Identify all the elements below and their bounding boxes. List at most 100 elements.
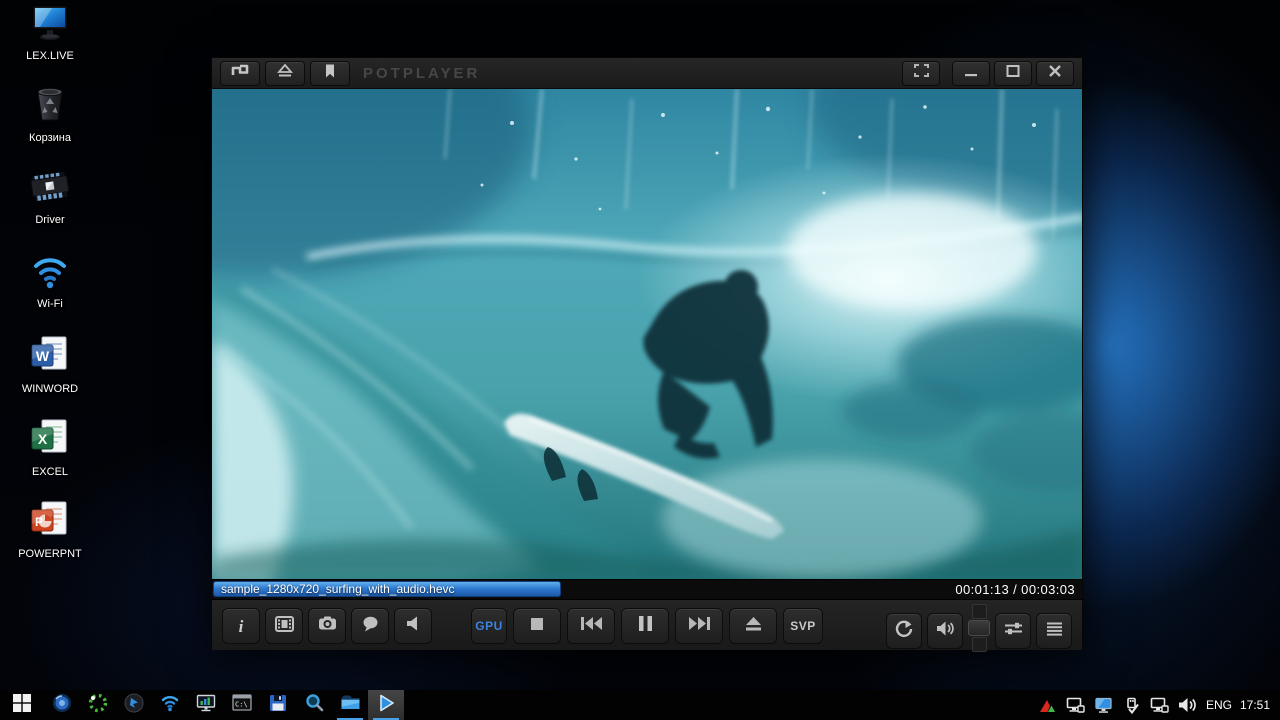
video-frame-surfing xyxy=(212,89,1082,579)
potplayer-window: POTPLAYER xyxy=(211,57,1083,650)
minimize-button[interactable] xyxy=(952,61,990,86)
desktop-icon-driver[interactable]: Driver xyxy=(10,168,90,226)
maximize-icon xyxy=(1006,64,1020,83)
potplayer-logo-icon xyxy=(230,63,250,83)
audio-button[interactable] xyxy=(394,608,432,644)
subtitle-button[interactable] xyxy=(351,608,389,644)
open-file-button[interactable] xyxy=(265,61,305,86)
tray-red-arrow-icon[interactable] xyxy=(1038,694,1058,716)
close-icon xyxy=(1048,64,1062,83)
clock[interactable]: 17:51 xyxy=(1240,698,1270,712)
desktop-icon-excel[interactable]: X EXCEL xyxy=(10,418,90,478)
film-frame-icon xyxy=(275,616,294,637)
seekbar-progress[interactable]: sample_1280x720_surfing_with_audio.hevc xyxy=(213,581,561,597)
wifi-small-icon xyxy=(160,694,180,717)
time-display: 00:01:13 / 00:03:03 xyxy=(955,580,1075,599)
folder-icon xyxy=(340,694,361,716)
volume-slider-track-top[interactable] xyxy=(972,604,987,619)
stop-icon xyxy=(531,617,543,635)
pause-button[interactable] xyxy=(621,608,669,644)
windows-icon xyxy=(13,694,31,717)
taskbar: C:\ xyxy=(0,690,1280,720)
word-icon: W xyxy=(28,335,72,380)
volume-slider[interactable] xyxy=(968,604,990,654)
filename-label: sample_1280x720_surfing_with_audio.hevc xyxy=(214,582,455,596)
desktop-icon-recycle-bin[interactable]: Корзина xyxy=(10,84,90,144)
titlebar[interactable]: POTPLAYER xyxy=(212,58,1082,89)
taskbar-app-dark-sphere[interactable] xyxy=(116,690,152,720)
start-button[interactable] xyxy=(0,690,44,720)
green-spinner-icon xyxy=(88,693,108,718)
taskbar-search[interactable] xyxy=(296,690,332,720)
taskbar-app-spinner[interactable] xyxy=(80,690,116,720)
potplayer-menu-button[interactable] xyxy=(220,61,260,86)
monitor-icon xyxy=(28,4,72,47)
next-button[interactable] xyxy=(675,608,723,644)
info-button[interactable]: i xyxy=(222,608,260,644)
open-file-icon xyxy=(276,63,294,83)
maximize-button[interactable] xyxy=(994,61,1032,86)
desktop-icon-powerpnt[interactable]: P POWERPNT xyxy=(10,500,90,560)
desktop-icon-winword[interactable]: W WINWORD xyxy=(10,335,90,395)
volume-slider-thumb[interactable] xyxy=(968,620,990,636)
minimize-icon xyxy=(964,64,978,83)
blue-sphere-icon xyxy=(52,693,72,718)
playlist-icon xyxy=(1047,622,1062,641)
svg-text:P: P xyxy=(35,515,43,529)
taskbar-floppy[interactable] xyxy=(260,690,296,720)
previous-icon xyxy=(581,617,602,635)
video-area[interactable] xyxy=(212,89,1082,579)
desktop-icon-label: EXCEL xyxy=(32,466,68,478)
taskbar-explorer[interactable] xyxy=(332,690,368,720)
playlist-button[interactable] xyxy=(1036,613,1072,649)
recycle-bin-icon xyxy=(28,84,72,129)
control-panel-button[interactable] xyxy=(995,613,1031,649)
tray-usb-eject-icon[interactable] xyxy=(1122,694,1142,716)
speaker-icon xyxy=(406,616,421,636)
taskbar-cmd[interactable]: C:\ xyxy=(224,690,260,720)
desktop-icon-wifi[interactable]: Wi-Fi xyxy=(10,252,90,310)
language-indicator[interactable]: ENG xyxy=(1206,698,1232,712)
volume-icon xyxy=(936,621,954,641)
taskbar-resource-monitor[interactable] xyxy=(188,690,224,720)
dark-sphere-icon xyxy=(124,693,144,718)
svp-button[interactable]: SVP xyxy=(783,608,823,644)
potplayer-play-icon xyxy=(376,693,396,718)
close-button[interactable] xyxy=(1036,61,1074,86)
bookmark-icon xyxy=(323,63,337,84)
fullscreen-button[interactable] xyxy=(902,61,940,86)
seekbar[interactable]: sample_1280x720_surfing_with_audio.hevc … xyxy=(212,579,1082,600)
chip-icon xyxy=(27,168,73,211)
taskbar-potplayer[interactable] xyxy=(368,690,404,720)
wifi-icon xyxy=(28,252,72,295)
desktop-icon-label: Wi-Fi xyxy=(37,298,63,310)
video-settings-button[interactable] xyxy=(265,608,303,644)
gpu-button[interactable]: GPU xyxy=(471,608,507,644)
mute-button[interactable] xyxy=(927,613,963,649)
speech-bubble-icon xyxy=(362,616,379,637)
eject-button[interactable] xyxy=(729,608,777,644)
repeat-button[interactable] xyxy=(886,613,922,649)
desktop-icon-lexlive[interactable]: LEX.LIVE xyxy=(10,4,90,62)
next-icon xyxy=(689,617,710,635)
floppy-disk-icon xyxy=(269,694,287,717)
stop-button[interactable] xyxy=(513,608,561,644)
excel-icon: X xyxy=(28,418,72,463)
taskbar-wifi[interactable] xyxy=(152,690,188,720)
tray-volume-icon[interactable] xyxy=(1178,694,1198,716)
previous-button[interactable] xyxy=(567,608,615,644)
taskbar-app-blue-sphere[interactable] xyxy=(44,690,80,720)
fullscreen-icon xyxy=(913,63,930,83)
tray-display-icon[interactable] xyxy=(1094,694,1114,716)
volume-slider-track-bottom[interactable] xyxy=(972,637,987,652)
eject-icon xyxy=(745,617,762,636)
tray-network-icon[interactable] xyxy=(1066,694,1086,716)
desktop-icon-label: POWERPNT xyxy=(18,548,82,560)
cmd-icon: C:\ xyxy=(232,694,252,716)
desktop-icon-label: WINWORD xyxy=(22,383,78,395)
tray-network2-icon[interactable] xyxy=(1150,694,1170,716)
bookmark-button[interactable] xyxy=(310,61,350,86)
desktop: LEX.LIVE Корзина Driver xyxy=(0,0,1280,720)
snapshot-button[interactable] xyxy=(308,608,346,644)
info-icon: i xyxy=(239,618,244,635)
